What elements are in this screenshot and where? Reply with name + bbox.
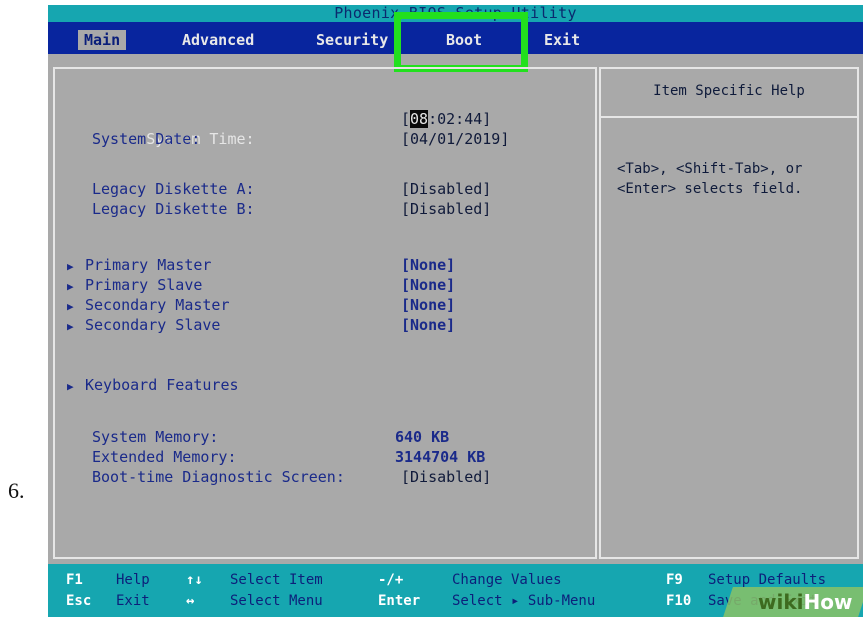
system-time-value[interactable]: [08:02:44] [401, 109, 491, 129]
system-date-value[interactable]: [04/01/2019] [401, 129, 509, 149]
wikihow-watermark: wikiHow [758, 590, 853, 614]
triangle-right-icon: ▶ [67, 280, 74, 293]
system-time-row[interactable]: System Time: [92, 109, 254, 148]
triangle-right-icon: ▶ [67, 300, 74, 313]
secondary-master-value: [None] [401, 296, 456, 314]
time-cursor: 08 [410, 110, 429, 128]
main-panel: System Time: [08:02:44] System Date: [04… [53, 67, 597, 559]
help-divider [601, 116, 857, 118]
menu-tab-advanced[interactable]: Advanced [176, 30, 260, 50]
triangle-right-icon: ▶ [67, 260, 74, 273]
legacy-diskette-b-label: Legacy Diskette B: [92, 200, 255, 218]
legacy-diskette-a-label: Legacy Diskette A: [92, 180, 255, 198]
submenu-secondary-slave[interactable]: ▶ Secondary Slave [67, 315, 220, 335]
footer-text-select-menu: Select Menu [230, 593, 323, 609]
footer-text-select-item: Select Item [230, 572, 323, 588]
system-memory-label: System Memory: [92, 428, 219, 446]
triangle-right-icon: ▶ [67, 380, 74, 393]
system-memory-value: 640 KB [395, 428, 450, 446]
menu-bar: Main Advanced Security Boot Exit [48, 22, 863, 54]
menu-tab-exit[interactable]: Exit [538, 30, 586, 50]
legacy-diskette-a-value[interactable]: [Disabled] [401, 179, 491, 199]
footer-key-f9: F9 [666, 572, 683, 588]
triangle-right-icon: ▶ [67, 320, 74, 333]
primary-master-value: [None] [401, 256, 456, 274]
footer-text-exit: Exit [116, 593, 150, 609]
footer-key-f1: F1 [66, 572, 83, 588]
title-bar: Phoenix BIOS Setup Utility [48, 5, 863, 22]
menu-tab-boot[interactable]: Boot [440, 30, 488, 50]
help-title: Item Specific Help [653, 83, 805, 99]
footer-key-arrows-horizontal: ↔ [186, 593, 195, 609]
submenu-primary-master[interactable]: ▶ Primary Master [67, 255, 211, 275]
help-panel: Item Specific Help <Tab>, <Shift-Tab>, o… [599, 67, 859, 559]
menu-tab-main[interactable]: Main [78, 30, 127, 50]
extended-memory-label: Extended Memory: [92, 448, 237, 466]
footer-key-enter: Enter [378, 593, 421, 609]
footer-key-minus-plus: -/+ [378, 572, 404, 588]
submenu-primary-slave[interactable]: ▶ Primary Slave [67, 275, 202, 295]
submenu-keyboard-features[interactable]: ▶ Keyboard Features [67, 375, 239, 395]
footer-text-change-values: Change Values [452, 572, 562, 588]
help-text: <Tab>, <Shift-Tab>, or <Enter> selects f… [617, 161, 803, 197]
legacy-diskette-b-value[interactable]: [Disabled] [401, 199, 491, 219]
footer-key-f10: F10 [666, 593, 692, 609]
footer-text-select-submenu: Select ▸ Sub-Menu [452, 593, 596, 609]
diagnostic-screen-value[interactable]: [Disabled] [401, 467, 491, 487]
secondary-slave-value: [None] [401, 316, 456, 334]
footer-text-help: Help [116, 572, 150, 588]
extended-memory-value: 3144704 KB [395, 448, 486, 466]
step-number: 6. [8, 478, 25, 503]
footer-key-esc: Esc [66, 593, 92, 609]
diagnostic-screen-label: Boot-time Diagnostic Screen: [92, 468, 345, 486]
footer-key-arrows-vertical: ↑↓ [186, 572, 203, 588]
submenu-secondary-master[interactable]: ▶ Secondary Master [67, 295, 230, 315]
menu-tab-security[interactable]: Security [310, 30, 394, 50]
system-date-label: System Date: [92, 130, 201, 148]
primary-slave-value: [None] [401, 276, 456, 294]
bios-screen: Phoenix BIOS Setup Utility Main Advanced… [48, 5, 863, 617]
